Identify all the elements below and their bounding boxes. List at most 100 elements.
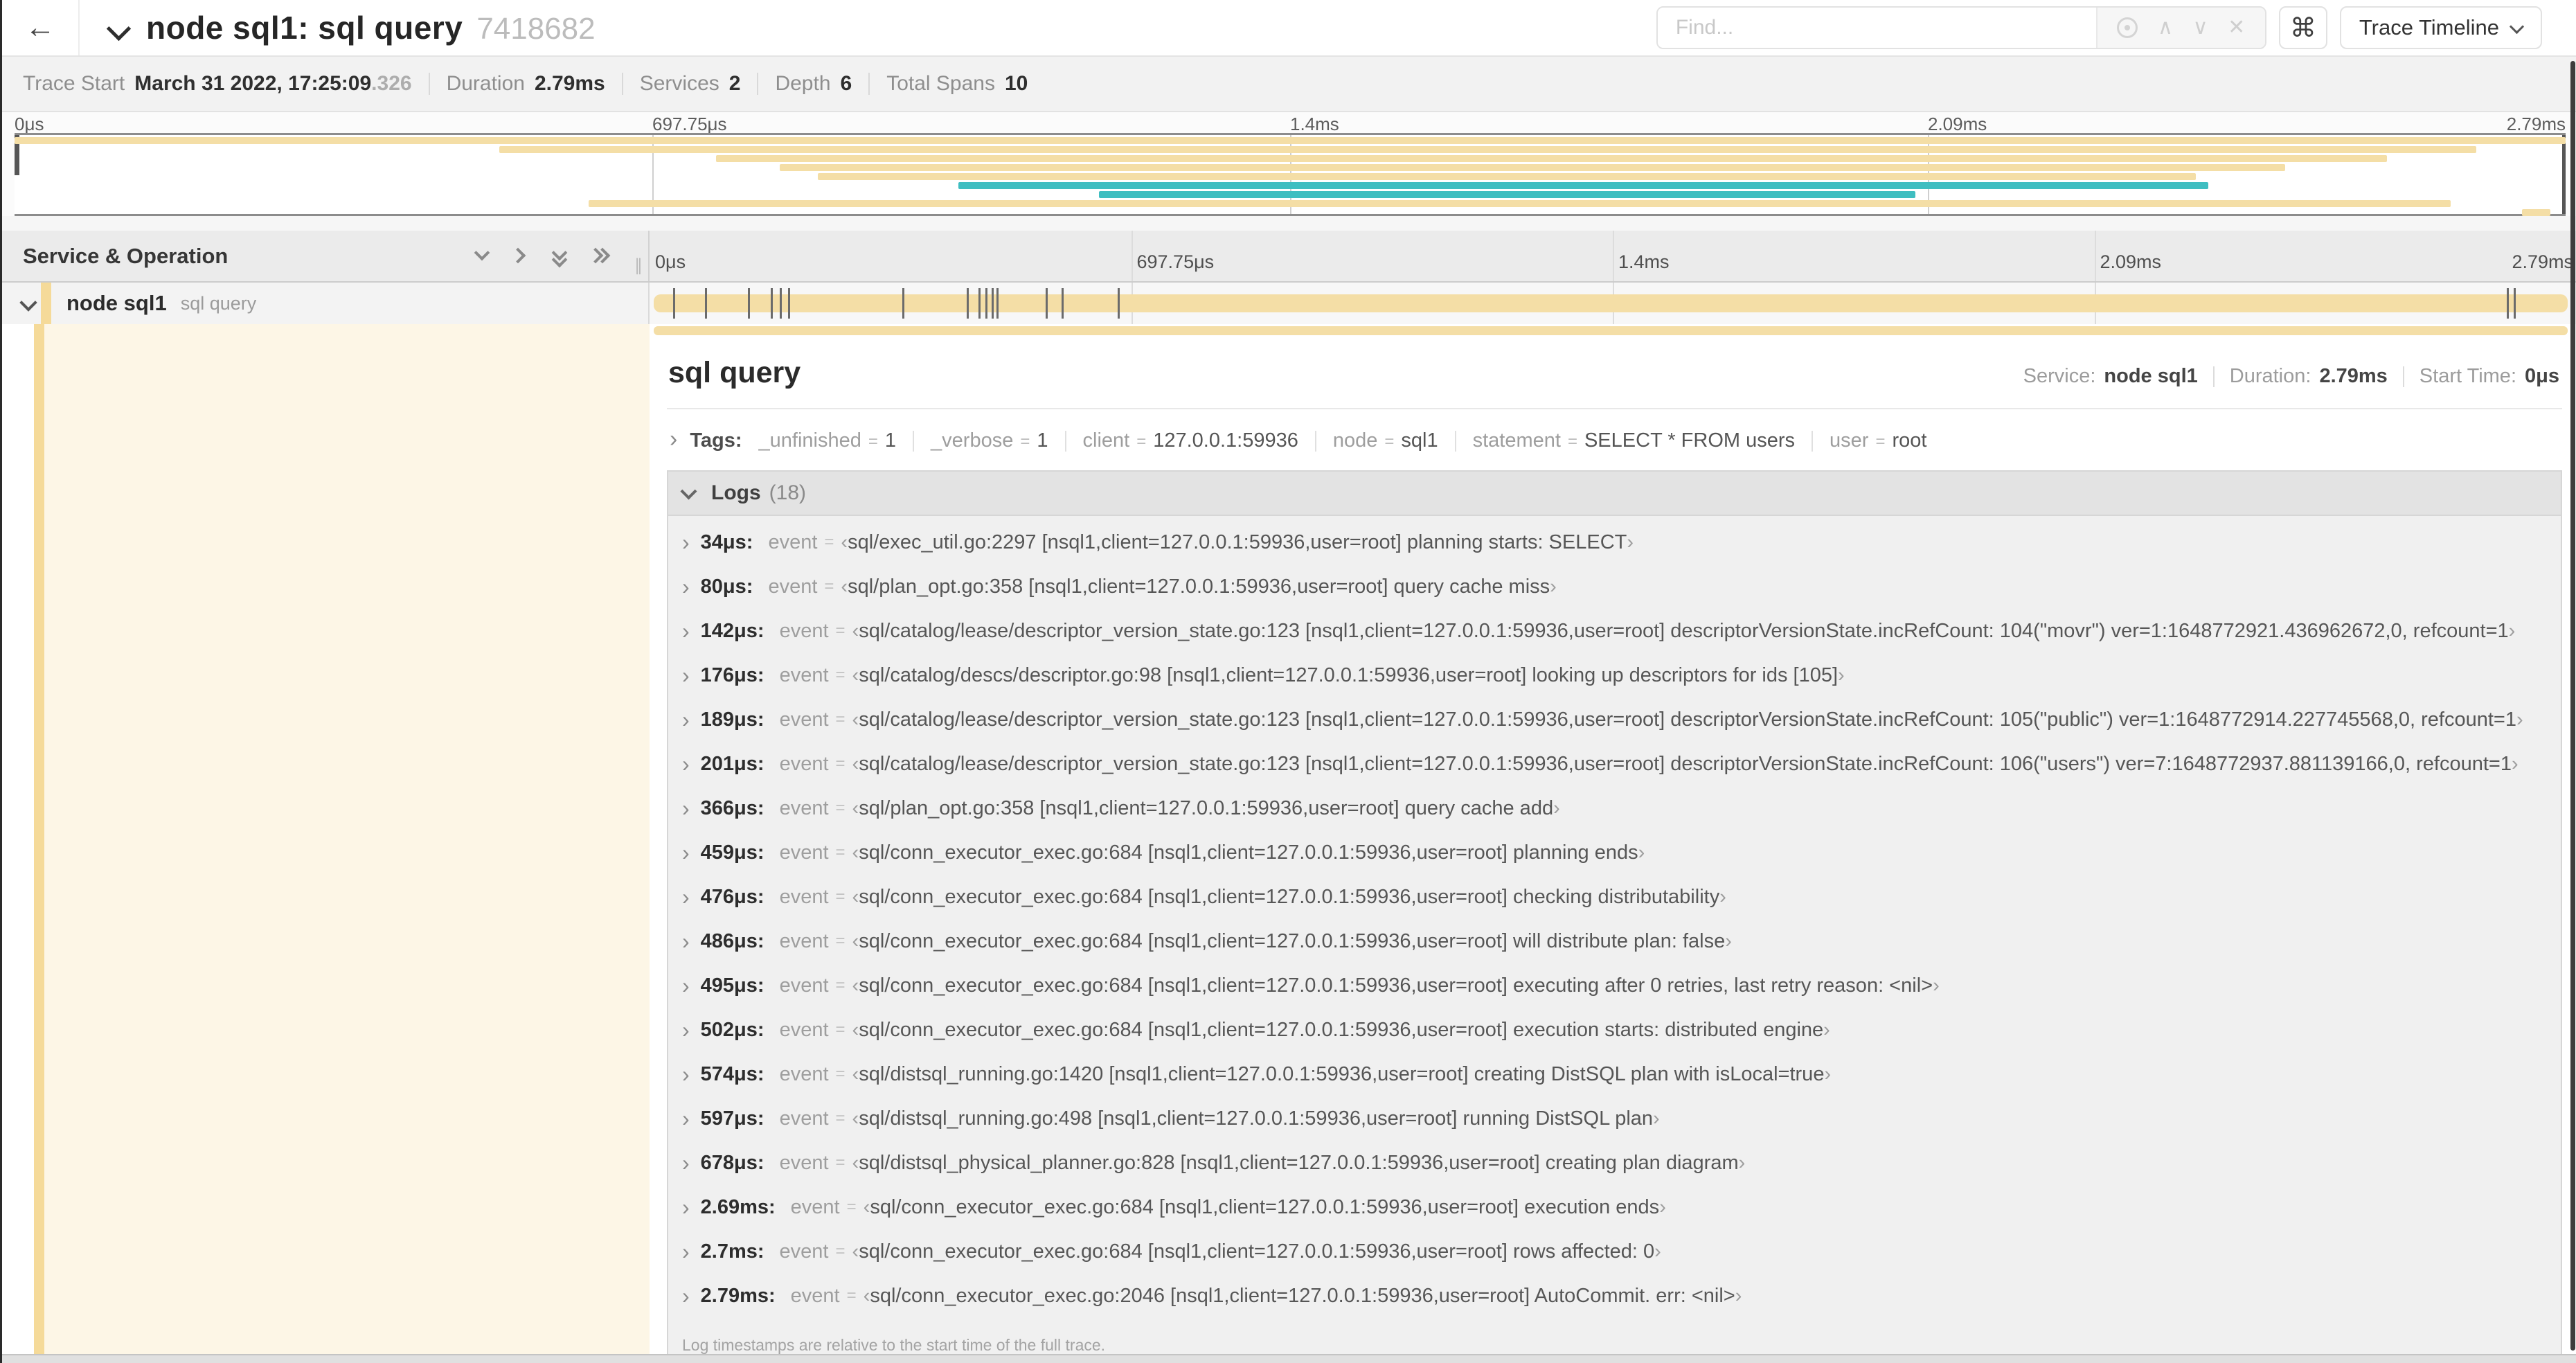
tags-accordion-header[interactable]: › Tags: _unfinished = 1 _verbose = 1 client = 12… xyxy=(667,427,2562,452)
log-quote-open: ‹ xyxy=(852,929,859,952)
tag-item: _unfinished = 1 xyxy=(759,429,897,452)
tag-separator xyxy=(1454,430,1456,452)
log-marker-tick xyxy=(672,288,675,319)
span-collapse-chevron-icon[interactable] xyxy=(19,294,37,312)
log-entry-row[interactable]: › 142μs: event = ‹ sql/catalog/lease/descript… xyxy=(668,609,2561,653)
tag-equals: = xyxy=(1875,432,1886,451)
log-timestamp: 2.7ms: xyxy=(700,1240,764,1263)
trace-info-bar: Trace Start March 31 2022, 17:25:09.326 Du… xyxy=(2,57,2576,112)
log-field-key: event xyxy=(779,841,829,864)
collapse-trace-chevron-icon[interactable] xyxy=(107,16,131,39)
log-timestamp: 486μs: xyxy=(700,929,764,952)
log-entry-row[interactable]: › 459μs: event = ‹ sql/conn_executor_exec.go:… xyxy=(668,830,2561,875)
log-field-value: sql/distsql_running.go:498 [nsql1,client… xyxy=(859,1107,1654,1130)
locate-icon[interactable] xyxy=(2117,17,2138,38)
log-marker-tick xyxy=(978,288,981,319)
log-quote-close: › xyxy=(2511,752,2519,775)
collapse-one-chevron-down-icon[interactable] xyxy=(474,244,492,265)
minimap-tick-label: 1.4ms xyxy=(1290,114,1339,134)
back-button[interactable]: ← xyxy=(2,0,80,55)
timeline-minimap: 0μs 697.75μs 1.4ms 2.09ms 2.79ms xyxy=(2,112,2576,231)
detail-divider xyxy=(667,408,2562,409)
log-entry-row[interactable]: › 366μs: event = ‹ sql/plan_opt.go:358 [nsql1… xyxy=(668,786,2561,830)
tag-value: 1 xyxy=(884,429,897,452)
log-chevron-right-icon: › xyxy=(682,1150,690,1175)
log-entry-row[interactable]: › 189μs: event = ‹ sql/catalog/lease/descript… xyxy=(668,697,2561,742)
span-row[interactable]: node sql1 sql query xyxy=(2,283,2576,324)
detail-left-tint xyxy=(44,324,650,1354)
log-entry-row[interactable]: › 502μs: event = ‹ sql/conn_executor_exec.go:… xyxy=(668,1008,2561,1052)
column-resizer-handle[interactable]: ∥ xyxy=(634,256,644,276)
log-field-value: sql/conn_executor_exec.go:684 [nsql1,cli… xyxy=(859,1240,1655,1263)
view-select-button[interactable]: Trace Timeline xyxy=(2339,6,2542,49)
logs-accordion-header[interactable]: Logs (18) xyxy=(668,472,2561,516)
info-separator xyxy=(757,73,759,95)
log-field-value: sql/catalog/lease/descriptor_version_sta… xyxy=(859,619,2509,642)
tag-key: client xyxy=(1082,429,1130,452)
tags-label: Tags: xyxy=(690,429,742,452)
log-equals: = xyxy=(835,1064,846,1083)
log-entry-row[interactable]: › 476μs: event = ‹ sql/conn_executor_exec.go:… xyxy=(668,875,2561,919)
log-entry-row[interactable]: › 34μs: event = ‹ sql/exec_util.go:2297 [nsql… xyxy=(668,520,2561,564)
log-equals: = xyxy=(824,533,834,551)
log-entry-row[interactable]: › 2.69ms: event = ‹ sql/conn_executor_exec.go… xyxy=(668,1185,2561,1229)
log-timestamp: 176μs: xyxy=(700,663,764,686)
log-quote-close: › xyxy=(1638,841,1645,864)
log-field-value: sql/conn_executor_exec.go:684 [nsql1,cli… xyxy=(859,1018,1824,1041)
span-row-timeline-cell[interactable] xyxy=(650,283,2576,324)
log-field-value: sql/conn_executor_exec.go:684 [nsql1,cli… xyxy=(859,885,1720,908)
vertical-scrollbar[interactable] xyxy=(2570,61,2575,1351)
log-entry-row[interactable]: › 2.7ms: event = ‹ sql/conn_executor_exec.go:… xyxy=(668,1229,2561,1274)
meta-value: 0μs xyxy=(2525,365,2559,387)
log-entry-row[interactable]: › 176μs: event = ‹ sql/catalog/descs/descript… xyxy=(668,653,2561,697)
find-input[interactable] xyxy=(1657,8,2096,48)
log-entry-row[interactable]: › 201μs: event = ‹ sql/catalog/lease/descript… xyxy=(668,742,2561,786)
log-timestamp: 459μs: xyxy=(700,841,764,864)
log-timestamp: 574μs: xyxy=(700,1062,764,1085)
clear-search-x-icon[interactable]: ✕ xyxy=(2228,17,2245,38)
log-marker-tick xyxy=(1046,288,1048,319)
tag-equals: = xyxy=(1136,432,1147,451)
service-name: node sql1 xyxy=(66,291,167,315)
log-entry-row[interactable]: › 597μs: event = ‹ sql/distsql_running.go:498… xyxy=(668,1096,2561,1141)
expand-one-chevron-right-icon[interactable] xyxy=(510,247,530,265)
log-field-key: event xyxy=(779,1151,829,1174)
log-equals: = xyxy=(835,710,846,729)
log-entry-row[interactable]: › 2.79ms: event = ‹ sql/conn_executor_exec.go… xyxy=(668,1274,2561,1318)
log-quote-open: ‹ xyxy=(852,1062,859,1085)
log-entry-row[interactable]: › 495μs: event = ‹ sql/conn_executor_exec.go:… xyxy=(668,963,2561,1008)
tag-item: _verbose = 1 xyxy=(931,429,1048,452)
trace-info-suffix: .326 xyxy=(371,72,412,95)
tag-key: _unfinished xyxy=(758,429,861,452)
minimap-span-bar xyxy=(780,164,2285,171)
expand-all-double-chevron-right-icon[interactable] xyxy=(587,247,611,265)
minimap-canvas[interactable] xyxy=(15,133,2566,216)
log-timestamp: 189μs: xyxy=(700,708,764,731)
log-chevron-right-icon: › xyxy=(682,1061,690,1087)
tag-equals: = xyxy=(1020,432,1030,451)
log-marker-tick xyxy=(985,288,987,319)
tag-value: 127.0.0.1:59936 xyxy=(1153,429,1298,452)
log-entry-row[interactable]: › 678μs: event = ‹ sql/distsql_physical_plann… xyxy=(668,1141,2561,1185)
next-result-chevron-down-icon[interactable]: ∨ xyxy=(2193,17,2208,38)
log-timestamp: 495μs: xyxy=(700,974,764,997)
log-marker-tick xyxy=(1062,288,1064,319)
collapse-all-double-chevron-down-icon[interactable] xyxy=(551,244,569,267)
timeline-ticks-header: 0μs 697.75μs 1.4ms 2.09ms 2.79ms xyxy=(650,231,2576,281)
meta-label: Duration: xyxy=(2229,365,2311,387)
log-quote-open: ‹ xyxy=(852,752,859,775)
log-quote-close: › xyxy=(1659,1195,1666,1218)
log-chevron-right-icon: › xyxy=(682,1283,690,1308)
log-entry-row[interactable]: › 80μs: event = ‹ sql/plan_opt.go:358 [nsql1,… xyxy=(668,564,2561,609)
keyboard-shortcuts-button[interactable]: ⌘ xyxy=(2278,6,2327,49)
logs-chevron-down-icon xyxy=(679,484,697,502)
span-row-name-cell[interactable]: node sql1 sql query xyxy=(2,283,650,324)
log-entry-row[interactable]: › 486μs: event = ‹ sql/conn_executor_exec.go:… xyxy=(668,919,2561,963)
minimap-tick-labels: 0μs 697.75μs 1.4ms 2.09ms 2.79ms xyxy=(15,112,2566,134)
log-quote-open: ‹ xyxy=(852,796,859,819)
prev-result-chevron-up-icon[interactable]: ∧ xyxy=(2158,17,2173,38)
log-entry-row[interactable]: › 574μs: event = ‹ sql/distsql_running.go:142… xyxy=(668,1052,2561,1096)
span-duration-bar[interactable] xyxy=(654,294,2568,312)
trace-info-value: 6 xyxy=(840,72,852,95)
minimap-right-scrubber-handle[interactable] xyxy=(2562,135,2566,214)
